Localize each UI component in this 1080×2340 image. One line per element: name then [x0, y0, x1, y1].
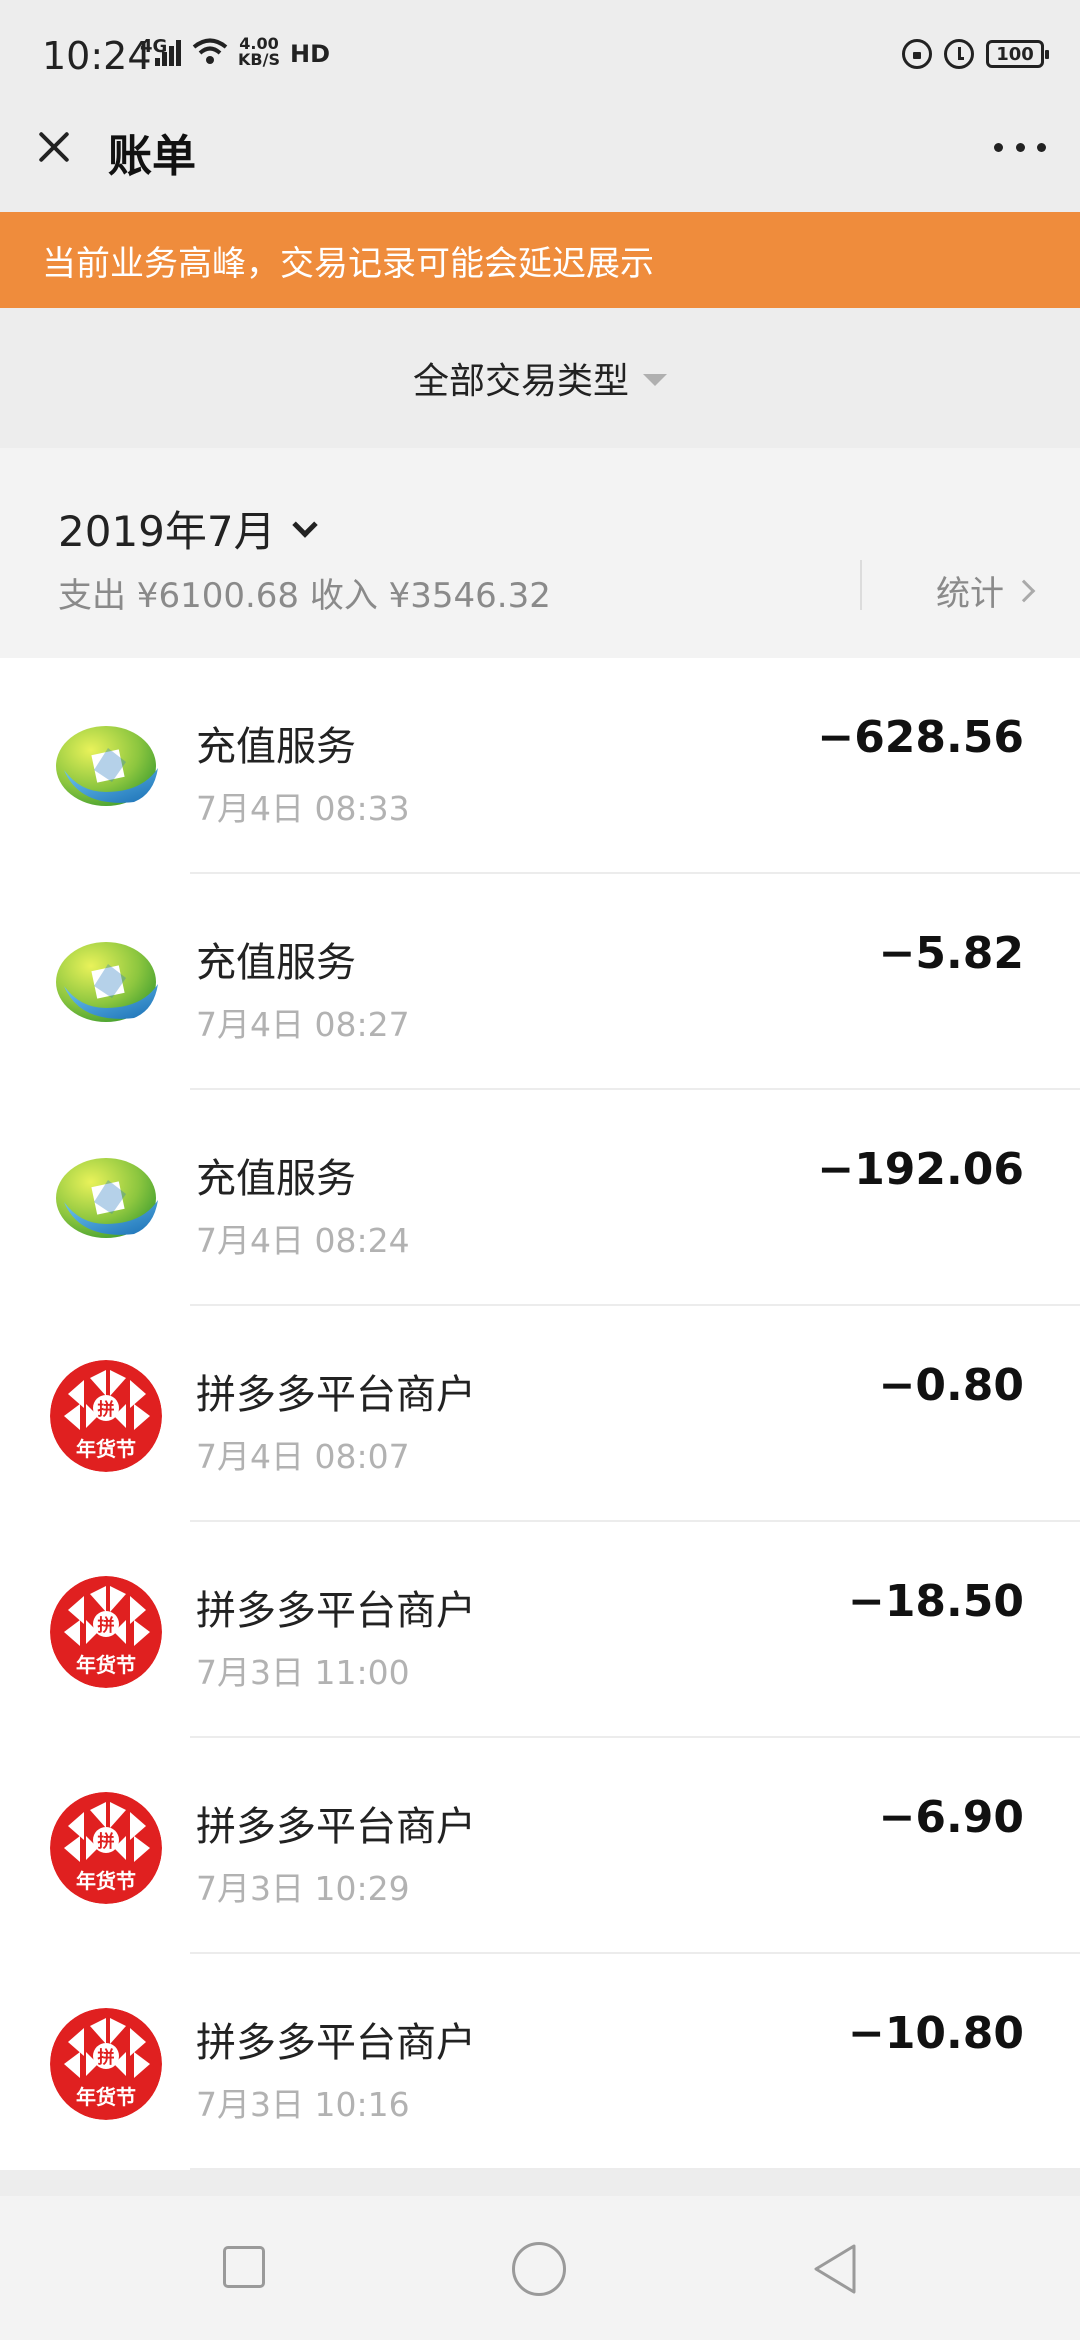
- chevron-down-icon: [291, 511, 318, 538]
- transaction-type-filter[interactable]: 全部交易类型: [0, 308, 1080, 448]
- pinduoduo-logo-icon: 拼 年货节: [50, 1792, 162, 1904]
- transaction-amount: −5.82: [878, 928, 1024, 979]
- chevron-right-icon: [1012, 579, 1036, 602]
- wifi-icon: [192, 38, 228, 64]
- logo-badge-text: 年货节: [76, 2085, 136, 2109]
- system-nav-bar: [0, 2196, 1080, 2340]
- transaction-time: 7月3日 10:16: [196, 2085, 410, 2124]
- notice-text: 当前业务高峰，交易记录可能会延迟展示: [42, 244, 654, 284]
- transaction-title: 充值服务: [196, 724, 356, 770]
- transaction-amount: −6.90: [878, 1792, 1024, 1843]
- recharge-logo-icon: [50, 712, 162, 824]
- logo-char: 拼: [98, 1399, 115, 1420]
- transaction-row[interactable]: 充值服务 7月4日 08:24 −192.06: [0, 1090, 1080, 1306]
- home-icon[interactable]: [512, 2242, 566, 2296]
- divider: [860, 560, 862, 610]
- divider: [190, 2168, 1080, 2170]
- lock-icon: [902, 39, 932, 69]
- caret-down-icon: [643, 374, 667, 386]
- recent-apps-icon[interactable]: [223, 2246, 265, 2288]
- status-bar: 10:24 4G 4.00 KB/S HD 100: [0, 0, 1080, 110]
- transaction-time: 7月4日 08:33: [196, 789, 410, 828]
- transaction-title: 拼多多平台商户: [196, 1588, 476, 1634]
- transaction-row[interactable]: 充值服务 7月4日 08:33 −628.56: [0, 658, 1080, 874]
- transaction-row[interactable]: 拼 年货节 拼多多平台商户 7月3日 10:29 −6.90: [0, 1738, 1080, 1954]
- transaction-title: 拼多多平台商户: [196, 1372, 476, 1418]
- transaction-title: 拼多多平台商户: [196, 1804, 476, 1850]
- signal-icon: [155, 40, 181, 66]
- pinduoduo-logo-icon: 拼 年货节: [50, 1576, 162, 1688]
- month-selector[interactable]: 2019年7月: [58, 498, 318, 559]
- close-icon[interactable]: [32, 125, 76, 169]
- logo-char: 拼: [98, 2047, 115, 2068]
- month-summary: 支出 ¥6100.68 收入 ¥3546.32: [58, 576, 551, 616]
- network-speed: 4.00 KB/S: [238, 34, 280, 69]
- pinduoduo-logo-icon: 拼 年货节: [50, 1360, 162, 1472]
- pinduoduo-logo-icon: 拼 年货节: [50, 2008, 162, 2120]
- page-title: 账单: [108, 131, 196, 182]
- transaction-row[interactable]: 拼 年货节 拼多多平台商户 7月3日 11:00 −18.50: [0, 1522, 1080, 1738]
- hd-icon: HD: [290, 40, 331, 68]
- logo-char: 拼: [98, 1615, 115, 1636]
- transaction-time: 7月4日 08:07: [196, 1437, 410, 1476]
- status-time: 10:24: [42, 34, 152, 78]
- transaction-amount: −18.50: [847, 1576, 1024, 1627]
- transaction-amount: −10.80: [847, 2008, 1024, 2059]
- transaction-title: 充值服务: [196, 940, 356, 986]
- stats-label: 统计: [936, 574, 1004, 614]
- notice-banner: 当前业务高峰，交易记录可能会延迟展示: [0, 212, 1080, 308]
- back-icon[interactable]: [810, 2242, 860, 2296]
- transaction-time: 7月4日 08:27: [196, 1005, 410, 1044]
- logo-badge-text: 年货节: [76, 1437, 136, 1461]
- month-header: 2019年7月 支出 ¥6100.68 收入 ¥3546.32 统计: [0, 448, 1080, 658]
- recharge-logo-icon: [50, 1144, 162, 1256]
- alarm-icon: [944, 39, 974, 69]
- transaction-title: 充值服务: [196, 1156, 356, 1202]
- transaction-row[interactable]: 拼 年货节 拼多多平台商户 7月3日 10:16 −10.80: [0, 1954, 1080, 2170]
- transaction-list: 充值服务 7月4日 08:33 −628.56 充值服务 7月4日 08:27 −5.8…: [0, 658, 1080, 2170]
- transaction-row[interactable]: 拼 年货节 拼多多平台商户 7月4日 08:07 −0.80: [0, 1306, 1080, 1522]
- recharge-logo-icon: [50, 928, 162, 1040]
- transaction-time: 7月4日 08:24: [196, 1221, 410, 1260]
- transaction-row[interactable]: 充值服务 7月4日 08:27 −5.82: [0, 874, 1080, 1090]
- logo-char: 拼: [98, 1831, 115, 1852]
- stats-button[interactable]: 统计: [936, 566, 1036, 615]
- logo-badge-text: 年货节: [76, 1869, 136, 1893]
- transaction-amount: −0.80: [878, 1360, 1024, 1411]
- transaction-amount: −628.56: [817, 712, 1024, 763]
- battery-icon: 100: [986, 40, 1049, 68]
- more-icon[interactable]: [994, 140, 1046, 154]
- transaction-title: 拼多多平台商户: [196, 2020, 476, 2066]
- filter-label: 全部交易类型: [412, 361, 629, 402]
- transaction-time: 7月3日 10:29: [196, 1869, 410, 1908]
- transaction-time: 7月3日 11:00: [196, 1653, 410, 1692]
- status-right: 100: [902, 36, 1049, 72]
- transaction-amount: −192.06: [817, 1144, 1024, 1195]
- month-label: 2019年7月: [58, 507, 276, 556]
- logo-badge-text: 年货节: [76, 1653, 136, 1677]
